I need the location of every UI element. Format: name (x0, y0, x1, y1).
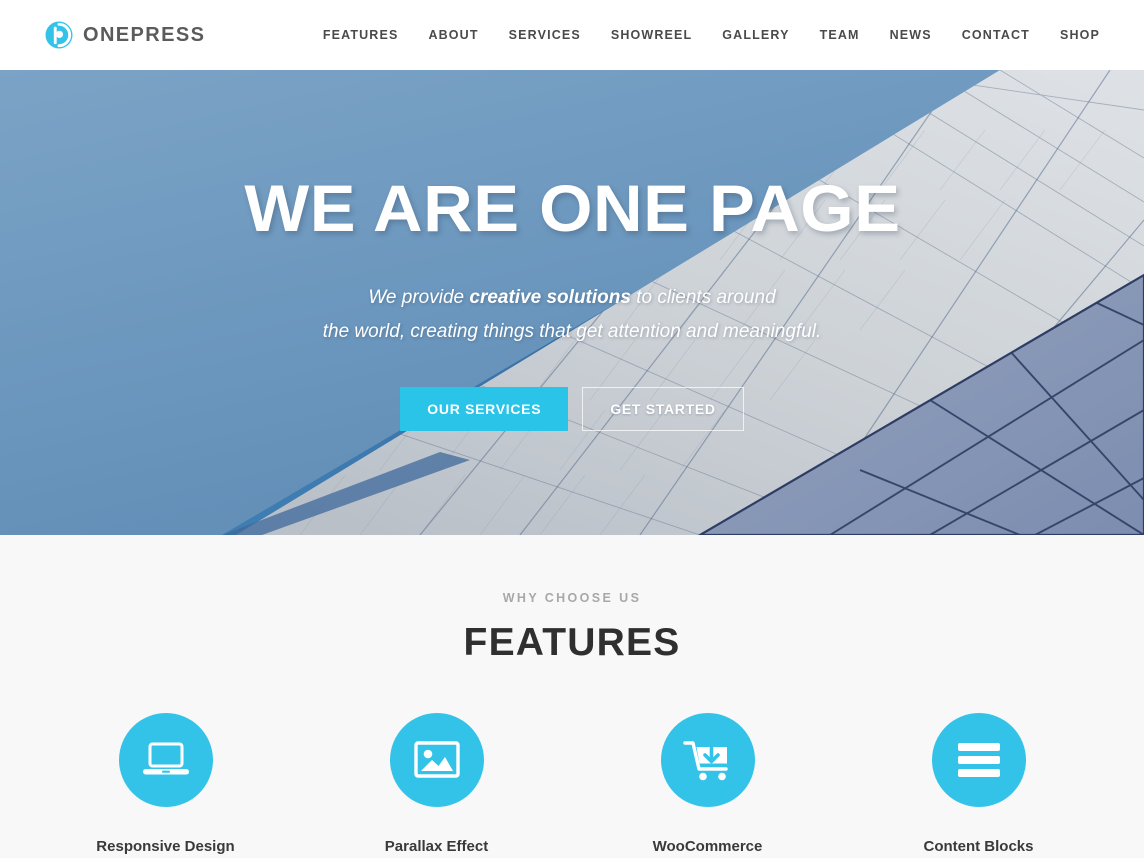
shopping-cart-download-icon (682, 738, 733, 782)
nav-item-about[interactable]: ABOUT (413, 18, 493, 52)
feature-label: Content Blocks (923, 838, 1034, 855)
nav-item-team[interactable]: TEAM (805, 18, 875, 52)
feature-item-woocommerce[interactable]: WooCommerce (572, 713, 843, 855)
nav-item-services[interactable]: SERVICES (494, 18, 596, 52)
features-title: FEATURES (463, 621, 681, 664)
hero-subtitle-post: to clients around (630, 287, 776, 308)
feature-item-parallax-effect[interactable]: Parallax Effect (301, 713, 572, 855)
hero-subtitle-pre: We provide (368, 287, 470, 308)
feature-icon-wrap (660, 713, 755, 807)
site-logo-text: ONEPRESS (83, 23, 206, 46)
content-blocks-icon (956, 741, 1002, 779)
hero-subtitle: We provide creative solutions to clients… (323, 281, 822, 349)
main-navigation: FEATURES ABOUT SERVICES SHOWREEL GALLERY… (308, 18, 1100, 52)
features-eyebrow: WHY CHOOSE US (502, 591, 642, 605)
nav-item-showreel[interactable]: SHOWREEL (596, 18, 707, 52)
nav-item-features[interactable]: FEATURES (308, 18, 414, 52)
features-grid: Responsive Design Parallax Effect WooCom… (0, 713, 1144, 855)
feature-label: WooCommerce (652, 838, 763, 855)
feature-item-content-blocks[interactable]: Content Blocks (843, 713, 1114, 855)
site-header: ONEPRESS FEATURES ABOUT SERVICES SHOWREE… (0, 0, 1144, 70)
features-section: WHY CHOOSE US FEATURES Responsive Design (0, 535, 1144, 858)
feature-label: Responsive Design (96, 838, 235, 855)
laptop-icon (141, 739, 191, 781)
hero-title: WE ARE ONE PAGE (243, 171, 901, 245)
nav-item-shop[interactable]: SHOP (1045, 18, 1100, 52)
nav-item-gallery[interactable]: GALLERY (707, 18, 804, 52)
hero-actions: OUR SERVICES GET STARTED (400, 386, 744, 431)
nav-item-news[interactable]: NEWS (875, 18, 947, 52)
image-icon (413, 739, 461, 781)
feature-icon-wrap (931, 713, 1026, 807)
site-logo[interactable]: ONEPRESS (44, 20, 205, 50)
onepress-circle-p-icon (44, 20, 74, 50)
get-started-button[interactable]: GET STARTED (582, 386, 744, 431)
feature-icon-wrap (118, 713, 213, 807)
our-services-button[interactable]: OUR SERVICES (400, 386, 569, 431)
feature-label: Parallax Effect (384, 838, 489, 855)
hero-section: WE ARE ONE PAGE We provide creative solu… (0, 70, 1144, 535)
hero-subtitle-emphasis: creative solutions (469, 287, 631, 308)
hero-subtitle-line2: the world, creating things that get atte… (322, 320, 822, 342)
nav-item-contact[interactable]: CONTACT (947, 18, 1045, 52)
feature-item-responsive-design[interactable]: Responsive Design (30, 713, 301, 855)
feature-icon-wrap (389, 713, 484, 807)
